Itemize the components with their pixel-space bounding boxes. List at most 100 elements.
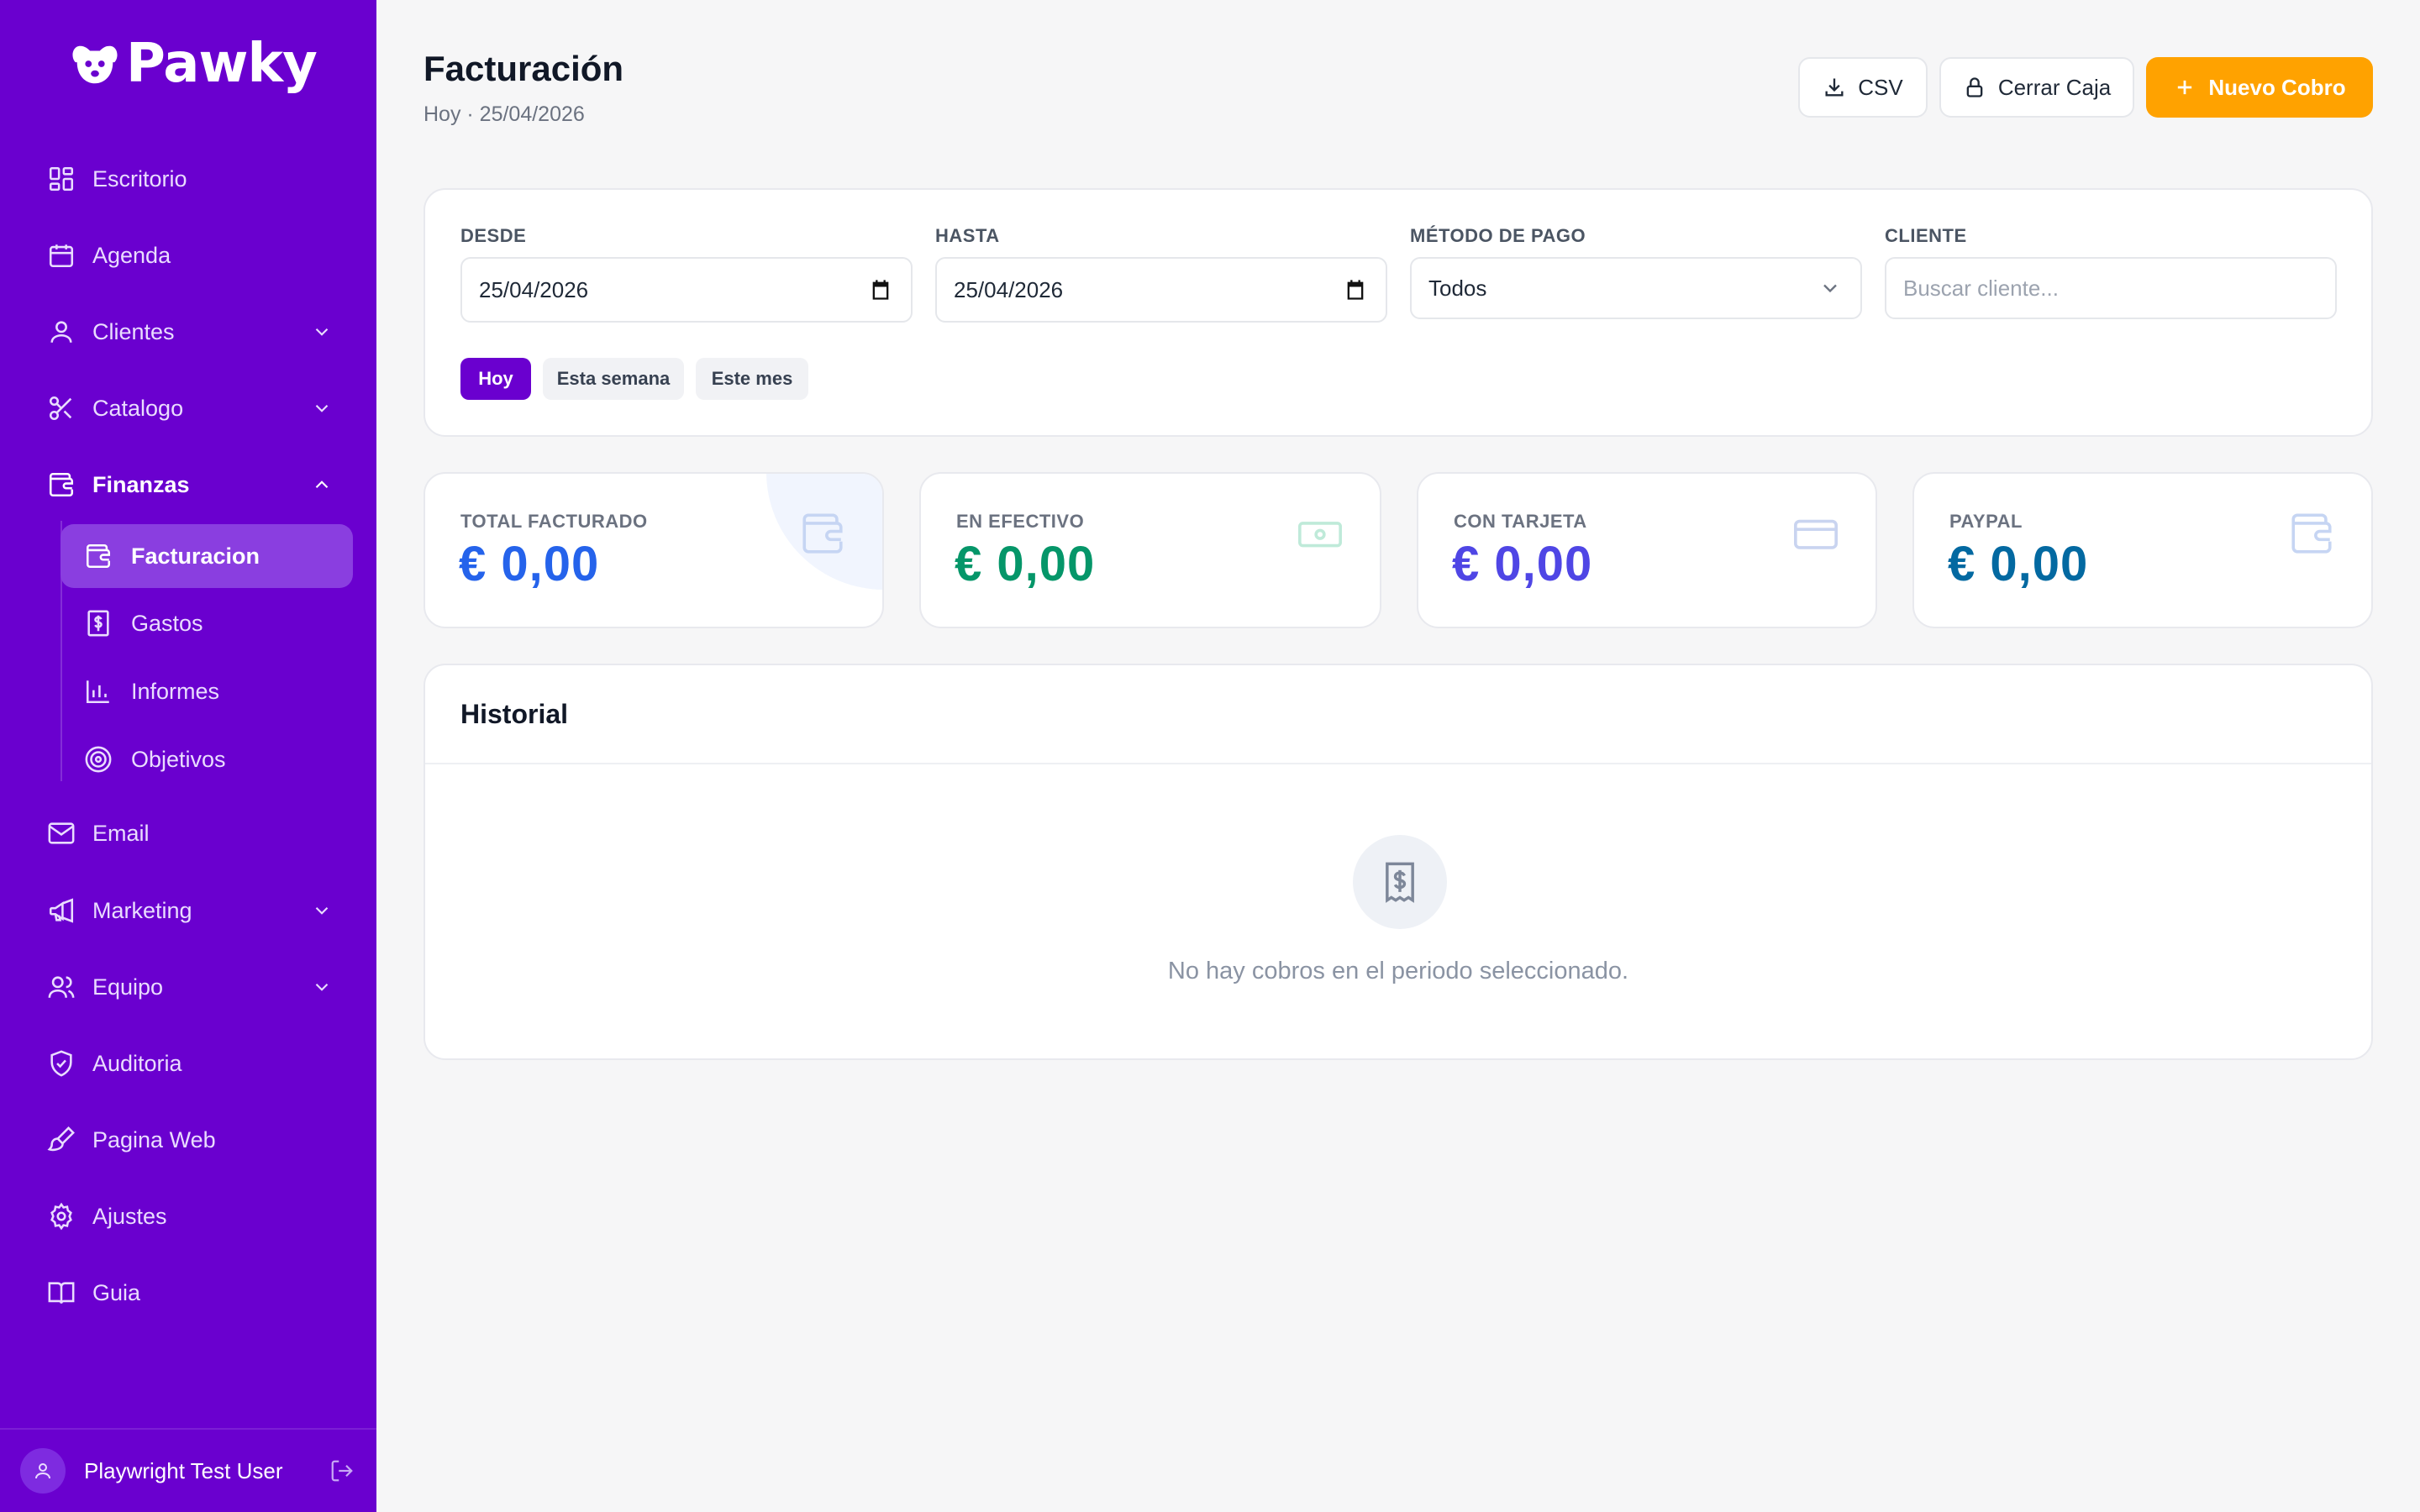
receipt-icon <box>87 610 109 637</box>
mail-icon <box>48 822 75 844</box>
range-chip-esta-semana[interactable]: Esta semana <box>543 358 684 400</box>
grid-icon <box>49 166 74 192</box>
sidebar-item-label: Guia <box>92 1279 141 1305</box>
calendar-icon <box>49 244 74 268</box>
plus-icon <box>2178 80 2192 95</box>
sidebar-item-label: Clientes <box>92 318 175 344</box>
sidebar-subitem-informes[interactable]: Informes <box>60 659 353 723</box>
filter-label-metodo: MÉTODO DE PAGO <box>1410 225 1586 246</box>
wallet-icon <box>86 543 111 569</box>
sidebar-item-escritorio[interactable]: Escritorio <box>47 154 333 204</box>
chevron-down-icon <box>315 328 329 336</box>
chevron-down-icon <box>1823 284 1837 293</box>
empty-state-badge <box>1353 835 1447 929</box>
sidebar-item-email[interactable]: Email <box>47 808 333 858</box>
logout-icon[interactable] <box>329 1458 355 1483</box>
sidebar: Pawky Escritorio Agenda Clientes Catalog… <box>0 0 376 1512</box>
user-name: Playwright Test User <box>84 1457 283 1483</box>
new-charge-button[interactable]: Nuevo Cobro <box>2146 57 2373 118</box>
user-icon <box>35 1463 50 1479</box>
date-to-input[interactable]: 25/04/2026 <box>935 257 1387 323</box>
sidebar-subitem-label: Facturacion <box>131 543 260 569</box>
range-chip-hoy[interactable]: Hoy <box>460 358 531 400</box>
app-name: Pawky <box>126 33 318 95</box>
sidebar-item-label: Finanzas <box>92 471 190 497</box>
sidebar-item-label: Equipo <box>92 974 164 1000</box>
target-icon <box>85 746 112 773</box>
chevron-down-icon <box>315 983 329 991</box>
payment-method-select[interactable]: Todos <box>1410 257 1862 319</box>
chip-label: Este mes <box>711 368 793 389</box>
app-logo[interactable]: Pawky <box>69 30 318 97</box>
sidebar-item-guia[interactable]: Guia <box>47 1268 333 1318</box>
sidebar-item-pagina-web[interactable]: Pagina Web <box>47 1115 333 1165</box>
export-csv-button[interactable]: CSV <box>1798 57 1928 118</box>
stat-value: € 0,00 <box>1452 537 1593 591</box>
receipt-icon <box>1386 862 1414 903</box>
sidebar-item-agenda[interactable]: Agenda <box>47 230 333 281</box>
sidebar-item-equipo[interactable]: Equipo <box>47 962 333 1012</box>
sidebar-subitem-label: Gastos <box>131 610 203 636</box>
client-search-input[interactable]: Buscar cliente... <box>1885 257 2337 319</box>
sidebar-item-label: Catalogo <box>92 395 184 421</box>
sidebar-item-label: Pagina Web <box>92 1126 216 1152</box>
shield-icon <box>50 1050 72 1077</box>
button-label: Nuevo Cobro <box>2208 74 2346 100</box>
history-title: Historial <box>460 699 569 729</box>
filter-label-desde: DESDE <box>460 225 527 246</box>
button-label: CSV <box>1858 74 1903 100</box>
stat-card-total: TOTAL FACTURADO € 0,00 <box>424 472 884 628</box>
sidebar-item-ajustes[interactable]: Ajustes <box>47 1191 333 1242</box>
sidebar-subitem-objetivos[interactable]: Objetivos <box>60 727 353 791</box>
chevron-down-icon <box>315 404 329 412</box>
bar-chart-icon <box>86 680 109 704</box>
sidebar-item-finanzas[interactable]: Finanzas <box>47 459 333 510</box>
stat-value: € 0,00 <box>459 537 600 591</box>
client-search-placeholder: Buscar cliente... <box>1903 275 2059 301</box>
sidebar-item-label: Email <box>92 820 150 846</box>
sidebar-subitem-facturacion[interactable]: Facturacion <box>60 524 353 588</box>
sidebar-subitem-gastos[interactable]: Gastos <box>60 591 353 655</box>
payment-method-value: Todos <box>1428 275 1487 301</box>
button-label: Cerrar Caja <box>1997 74 2112 100</box>
chip-label: Esta semana <box>556 368 671 389</box>
sidebar-item-label: Escritorio <box>92 165 187 192</box>
users-icon <box>48 976 75 998</box>
download-icon <box>1825 78 1844 97</box>
avatar[interactable] <box>20 1448 66 1494</box>
megaphone-icon <box>49 898 74 923</box>
sidebar-user: Playwright Test User <box>0 1428 376 1512</box>
wallet-icon <box>49 472 74 497</box>
stat-card-paypal: PAYPAL € 0,00 <box>1912 472 2373 628</box>
divider <box>425 763 2371 764</box>
close-register-button[interactable]: Cerrar Caja <box>1939 57 2134 118</box>
sidebar-item-label: Ajustes <box>92 1203 167 1229</box>
gear-icon <box>50 1202 72 1231</box>
sidebar-subitem-label: Objetivos <box>131 746 226 772</box>
calendar-icon[interactable] <box>1344 278 1367 302</box>
user-icon <box>50 321 72 343</box>
wallet-icon <box>802 513 843 554</box>
range-chip-este-mes[interactable]: Este mes <box>696 358 808 400</box>
chevron-down-icon <box>315 906 329 915</box>
history-card: Historial No hay cobros en el periodo se… <box>424 664 2373 1060</box>
sidebar-item-catalogo[interactable]: Catalogo <box>47 383 333 433</box>
stat-value: € 0,00 <box>1948 537 2089 591</box>
sidebar-subitem-label: Informes <box>131 678 220 704</box>
sidebar-item-auditoria[interactable]: Auditoria <box>47 1038 333 1089</box>
chip-label: Hoy <box>478 368 513 389</box>
brush-icon <box>47 1126 75 1152</box>
date-from-input[interactable]: 25/04/2026 <box>460 257 913 323</box>
sidebar-item-label: Auditoria <box>92 1050 182 1076</box>
empty-state-message: No hay cobros en el periodo seleccionado… <box>1167 958 1629 984</box>
date-to-value: 25/04/2026 <box>954 276 1064 302</box>
wallet-icon <box>2291 513 2332 554</box>
stat-label: CON TARJETA <box>1454 511 1587 532</box>
sidebar-item-clientes[interactable]: Clientes <box>47 307 333 357</box>
calendar-icon[interactable] <box>869 278 892 302</box>
page-subtitle: Hoy · 25/04/2026 <box>424 102 585 126</box>
stat-card-card: CON TARJETA € 0,00 <box>1417 472 1877 628</box>
stat-label: PAYPAL <box>1949 511 2023 532</box>
scissors-icon <box>49 396 72 421</box>
sidebar-item-marketing[interactable]: Marketing <box>47 885 333 936</box>
